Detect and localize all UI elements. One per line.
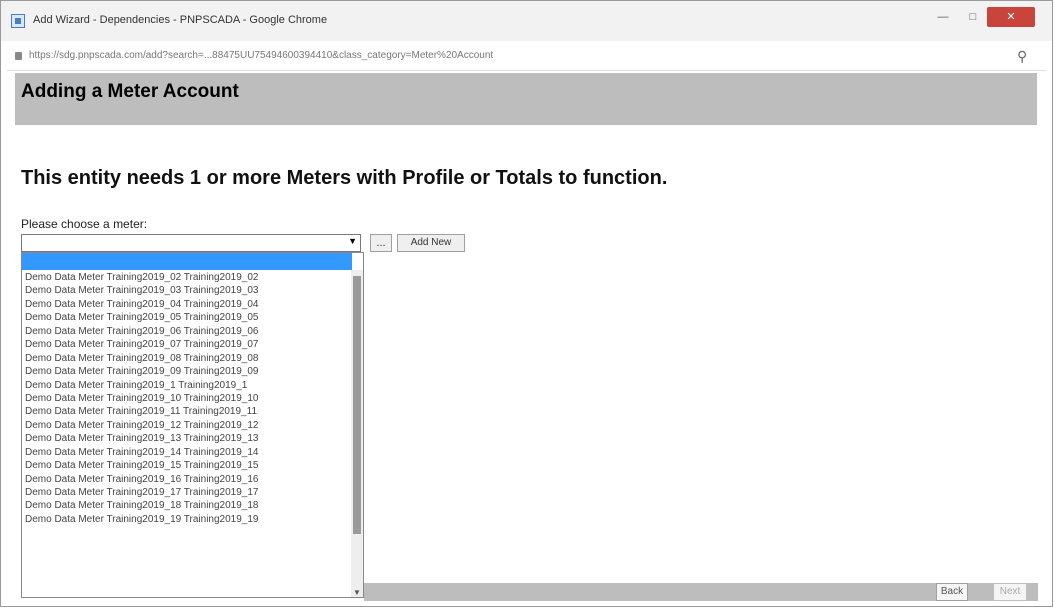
lock-icon [15,52,22,60]
browse-button[interactable]: ... [370,234,392,252]
add-new-button[interactable]: Add New [397,234,465,252]
maximize-button[interactable]: □ [959,7,987,27]
entity-notice: This entity needs 1 or more Meters with … [21,167,668,189]
scroll-thumb[interactable] [353,276,361,534]
magnifier-icon[interactable]: ⚲ [1017,48,1027,65]
address-bar[interactable]: https://sdg.pnpscada.com/add?search=...8… [7,43,1047,71]
dropdown-option[interactable]: Demo Data Meter Training2019_08 Training… [22,352,352,365]
back-button[interactable]: Back [936,583,968,601]
dropdown-option[interactable]: Demo Data Meter Training2019_11 Training… [22,405,352,418]
dropdown-option[interactable]: Demo Data Meter Training2019_15 Training… [22,459,352,472]
dropdown-option[interactable]: Demo Data Meter Training2019_17 Training… [22,486,352,499]
dropdown-option[interactable]: Demo Data Meter Training2019_05 Training… [22,311,352,324]
dropdown-option[interactable]: Demo Data Meter Training2019_1 Training2… [22,379,352,392]
window-title: Add Wizard - Dependencies - PNPSCADA - G… [33,14,328,26]
dropdown-scrollbar[interactable]: ▼ [351,270,363,597]
app-icon [11,14,25,28]
dropdown-option[interactable]: Demo Data Meter Training2019_18 Training… [22,499,352,512]
dropdown-option[interactable]: Demo Data Meter Training2019_02 Training… [22,271,352,284]
choose-meter-label: Please choose a meter: [21,217,148,231]
dropdown-option[interactable]: Demo Data Meter Training2019_14 Training… [22,446,352,459]
minimize-button[interactable]: — [929,7,957,27]
dropdown-option[interactable]: Demo Data Meter Training2019_19 Training… [22,513,352,526]
scroll-down-arrow-icon[interactable]: ▼ [353,588,361,597]
dropdown-option[interactable]: Demo Data Meter Training2019_07 Training… [22,338,352,351]
browser-window: Add Wizard - Dependencies - PNPSCADA - G… [0,0,1053,607]
next-button[interactable]: Next [993,583,1027,601]
dropdown-option[interactable]: Demo Data Meter Training2019_03 Training… [22,284,352,297]
dropdown-option[interactable]: Demo Data Meter Training2019_04 Training… [22,298,352,311]
chevron-down-icon[interactable]: ▼ [348,236,357,246]
dropdown-option-empty-selected[interactable] [22,253,352,270]
close-button[interactable]: ✕ [987,7,1035,27]
dropdown-option[interactable]: Demo Data Meter Training2019_10 Training… [22,392,352,405]
page-title: Adding a Meter Account [21,81,239,102]
dropdown-option[interactable]: Demo Data Meter Training2019_13 Training… [22,432,352,445]
window-titlebar: Add Wizard - Dependencies - PNPSCADA - G… [1,1,1052,41]
dropdown-option[interactable]: Demo Data Meter Training2019_06 Training… [22,325,352,338]
dropdown-option[interactable]: Demo Data Meter Training2019_09 Training… [22,365,352,378]
meter-select[interactable]: ▼ [21,234,361,252]
meter-dropdown-list[interactable]: Demo Data Meter Training2019_02 Training… [21,252,364,598]
page-header: Adding a Meter Account [15,73,1037,125]
dropdown-options: Demo Data Meter Training2019_02 Training… [22,271,352,526]
url-text[interactable]: https://sdg.pnpscada.com/add?search=...8… [29,50,829,61]
dropdown-option[interactable]: Demo Data Meter Training2019_12 Training… [22,419,352,432]
dropdown-option[interactable]: Demo Data Meter Training2019_16 Training… [22,473,352,486]
